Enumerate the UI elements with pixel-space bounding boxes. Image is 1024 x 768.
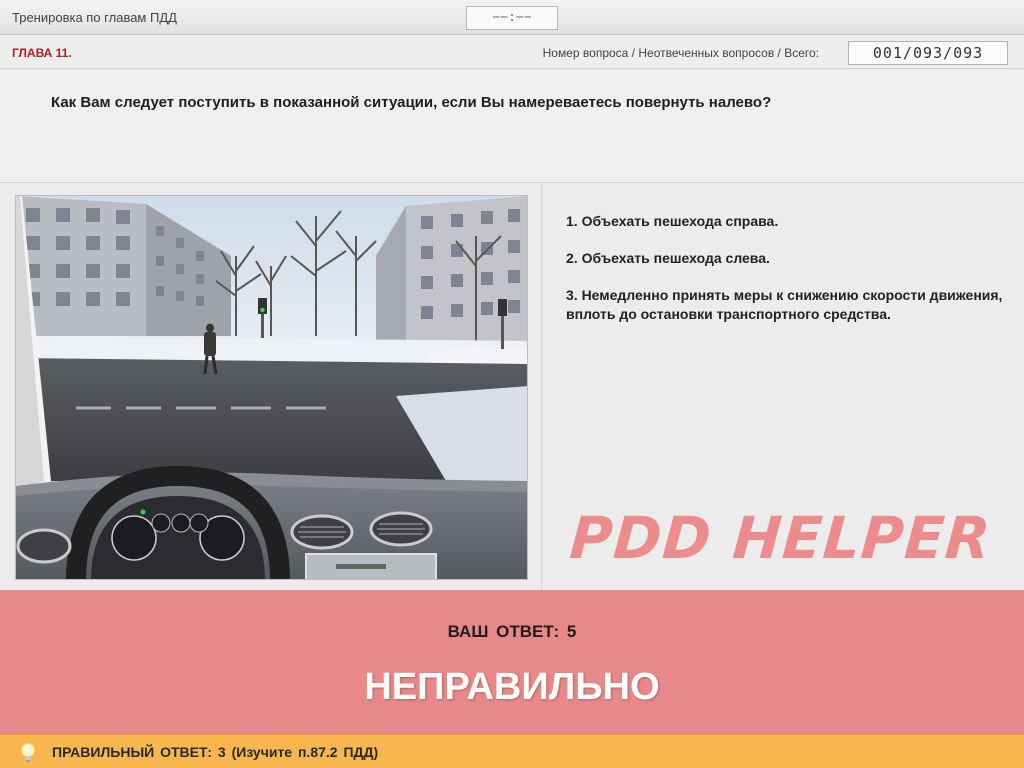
result-panel: ВАШ ОТВЕТ: 5 НЕПРАВИЛЬНО xyxy=(0,590,1024,734)
answer-option-1[interactable]: 1. Объехать пешехода справа. xyxy=(566,212,1006,231)
answer-option-2[interactable]: 2. Объехать пешехода слева. xyxy=(566,249,1006,268)
watermark-logo: PDD HELPER xyxy=(567,504,994,572)
answer-option-3[interactable]: 3. Немедленно принять меры к снижению ск… xyxy=(566,286,1006,324)
situation-photo xyxy=(15,195,528,580)
chapter-bar: ГЛАВА 11. Номер вопроса / Неотвеченных в… xyxy=(0,36,1024,69)
lightbulb-icon xyxy=(21,743,35,762)
question-text: Как Вам следует поступить в показанной с… xyxy=(51,94,772,111)
road-scene-image xyxy=(16,196,527,579)
timer-display: −−:−− xyxy=(466,6,558,30)
photo-panel xyxy=(0,184,542,590)
question-body: 1. Объехать пешехода справа. 2. Объехать… xyxy=(0,184,1024,590)
question-counter-label: Номер вопроса / Неотвеченных вопросов / … xyxy=(542,46,819,60)
app-title: Тренировка по главам ПДД xyxy=(12,10,177,25)
correct-answer-bar: ПРАВИЛЬНЫЙ ОТВЕТ: 3 (Изучите п.87.2 ПДД) xyxy=(0,734,1024,768)
answer-list: 1. Объехать пешехода справа. 2. Объехать… xyxy=(566,212,1006,342)
question-counter: 001/093/093 xyxy=(848,41,1008,65)
question-area: Как Вам следует поступить в показанной с… xyxy=(0,70,1024,183)
title-bar: Тренировка по главам ПДД −−:−− xyxy=(0,0,1024,35)
correct-answer-text: ПРАВИЛЬНЫЙ ОТВЕТ: 3 (Изучите п.87.2 ПДД) xyxy=(52,744,379,760)
your-answer-text: ВАШ ОТВЕТ: 5 xyxy=(447,622,577,641)
chapter-title: ГЛАВА 11. xyxy=(12,46,72,60)
verdict-text: НЕПРАВИЛЬНО xyxy=(364,666,660,708)
